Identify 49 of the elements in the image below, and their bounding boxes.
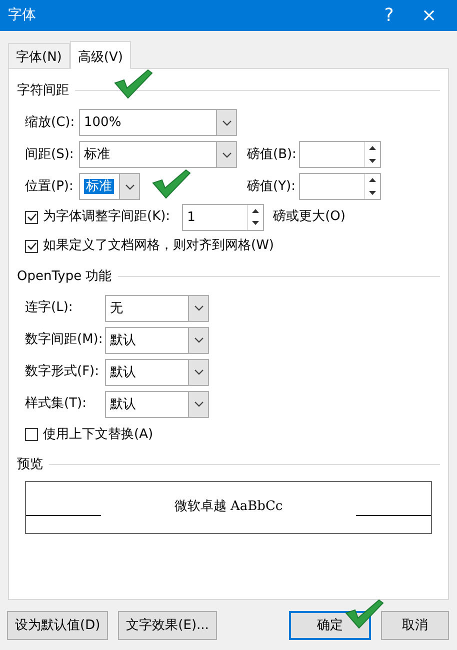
dropdown[interactable]: 默认	[105, 326, 209, 354]
dropdown[interactable]: 100%	[79, 109, 237, 136]
dropdown-value: 默认	[110, 332, 136, 348]
help-button[interactable]: ?	[369, 2, 409, 29]
checkbox[interactable]	[25, 428, 38, 441]
dropdown-value: 标准	[84, 179, 114, 194]
section-title: 预览	[17, 456, 43, 474]
spin-field[interactable]: 1	[182, 204, 264, 230]
section-title: OpenType 功能	[17, 268, 112, 286]
dropdown[interactable]: 默认	[105, 390, 209, 418]
preview-text: 微软卓越 AaBbCc	[173, 498, 284, 516]
check-mark-icon	[112, 68, 154, 100]
spin-value: 1	[186, 208, 196, 226]
dropdown-value: 100%	[84, 115, 122, 130]
checkbox-label: 使用上下文替换(A)	[43, 426, 154, 444]
dropdown-value: 默认	[110, 364, 136, 380]
close-button[interactable]: ×	[409, 2, 449, 29]
dialog-button[interactable]: 文字效果(E)...	[118, 611, 217, 640]
checkbox[interactable]	[25, 240, 38, 252]
field-label: 数字形式(F):	[25, 363, 100, 382]
field-label: 间距(S):	[25, 146, 75, 164]
spin-field[interactable]	[299, 141, 381, 168]
window-title: 字体	[8, 6, 37, 25]
dropdown-value: 无	[110, 300, 123, 316]
checkbox-label: 如果定义了文档网格，则对齐到网格(W)	[43, 237, 274, 256]
field-label: 磅值(B):	[247, 146, 298, 164]
dropdown[interactable]: 默认	[105, 358, 209, 386]
field-label: 缩放(C):	[25, 114, 76, 132]
field-label: 数字间距(M):	[25, 331, 104, 350]
dropdown-value: 标准	[84, 147, 110, 162]
spin-field[interactable]	[299, 173, 381, 200]
field-label: 磅或更大(O)	[273, 208, 346, 226]
check-mark-icon	[343, 598, 385, 630]
field-label: 连字(L):	[25, 299, 74, 318]
tab[interactable]: 字体(N)	[8, 43, 70, 68]
field-label: 样式集(T):	[25, 395, 88, 414]
section-title: 字符间距	[17, 82, 69, 100]
dialog-button[interactable]: 设为默认值(D)	[7, 611, 108, 640]
dropdown[interactable]: 无	[105, 294, 209, 322]
checkbox-label: 为字体调整字间距(K):	[43, 208, 170, 226]
tab[interactable]: 高级(V)	[70, 41, 131, 69]
field-label: 磅值(Y):	[247, 178, 296, 196]
dialog-button[interactable]: 取消	[381, 611, 449, 640]
checkbox[interactable]	[25, 210, 38, 224]
dropdown[interactable]: 标准	[79, 141, 237, 168]
dialog-button[interactable]: 确定	[289, 611, 371, 640]
dropdown[interactable]: 标准	[79, 173, 140, 200]
field-label: 位置(P):	[25, 178, 74, 196]
dropdown-value: 默认	[110, 396, 136, 412]
